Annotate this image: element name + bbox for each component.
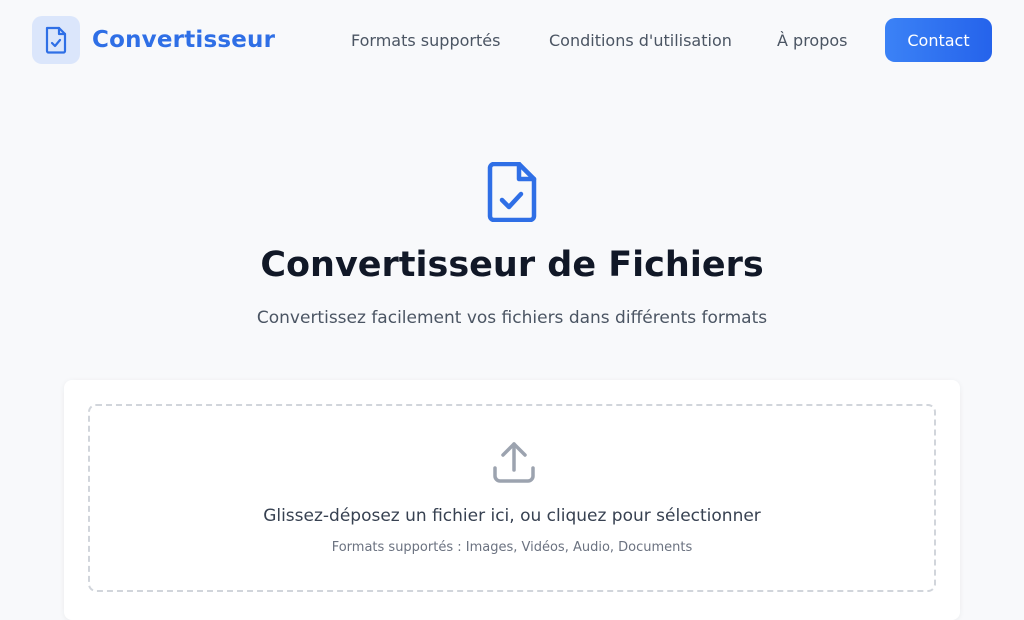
top-navbar: Convertisseur Formats supportés Conditio… (0, 0, 1024, 80)
file-dropzone[interactable]: Glissez-déposez un fichier ici, ou cliqu… (88, 404, 936, 592)
file-check-icon (45, 26, 67, 54)
nav-about-link[interactable]: À propos (777, 31, 847, 50)
dropzone-prompt: Glissez-déposez un fichier ici, ou cliqu… (263, 506, 761, 526)
file-check-icon (487, 162, 537, 222)
logo[interactable] (32, 16, 80, 64)
upload-card: Glissez-déposez un fichier ici, ou cliqu… (64, 380, 960, 620)
nav-terms-link[interactable]: Conditions d'utilisation (549, 31, 732, 50)
upload-icon (493, 442, 535, 483)
page-title: Convertisseur de Fichiers (260, 245, 764, 285)
nav-formats-link[interactable]: Formats supportés (351, 31, 500, 50)
page-subtitle: Convertissez facilement vos fichiers dan… (256, 308, 768, 328)
contact-button[interactable]: Contact (885, 18, 992, 62)
brand-name[interactable]: Convertisseur (92, 27, 275, 53)
supported-formats-text: Formats supportés : Images, Vidéos, Audi… (331, 540, 693, 555)
